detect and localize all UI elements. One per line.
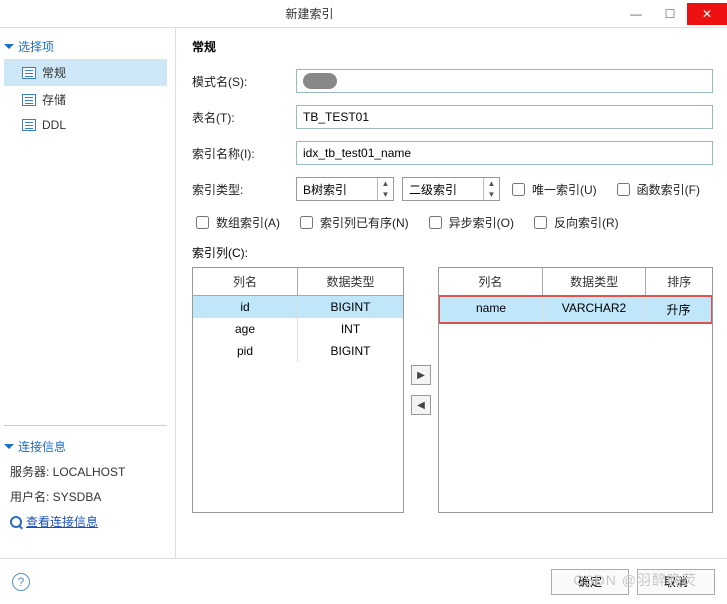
table-input[interactable] xyxy=(296,105,713,129)
table-label: 表名(T): xyxy=(192,109,288,126)
cancel-button[interactable]: 取消 xyxy=(637,569,715,595)
array-index-checkbox[interactable]: 数组索引(A) xyxy=(192,213,280,232)
page-icon xyxy=(22,119,36,131)
sidebar-section-conninfo[interactable]: 连接信息 xyxy=(4,434,167,459)
sidebar-item-label: 常规 xyxy=(42,64,66,81)
indexname-label: 索引名称(I): xyxy=(192,145,288,162)
schema-label: 模式名(S): xyxy=(192,73,288,90)
reverse-index-checkbox[interactable]: 反向索引(R) xyxy=(530,213,619,232)
sidebar-item-general[interactable]: 常规 xyxy=(4,59,167,86)
function-index-checkbox[interactable]: 函数索引(F) xyxy=(613,180,700,199)
dialog-footer: ? 确定 取消 xyxy=(0,558,727,604)
unique-index-checkbox[interactable]: 唯一索引(U) xyxy=(508,180,597,199)
col-header-type: 数据类型 xyxy=(543,268,647,295)
close-button[interactable]: ✕ xyxy=(687,3,727,25)
table-row[interactable]: pid BIGINT xyxy=(193,340,403,362)
spinner-arrows-icon: ▲▼ xyxy=(377,178,393,200)
sidebar-item-storage[interactable]: 存储 xyxy=(4,86,167,113)
page-icon xyxy=(22,94,36,106)
sidebar-item-label: DDL xyxy=(42,118,66,132)
index-name-input[interactable] xyxy=(296,141,713,165)
table-row[interactable]: id BIGINT xyxy=(193,296,403,318)
sorted-col-checkbox[interactable]: 索引列已有序(N) xyxy=(296,213,409,232)
async-index-checkbox[interactable]: 异步索引(O) xyxy=(425,213,514,232)
col-header-type: 数据类型 xyxy=(298,268,403,295)
caret-down-icon xyxy=(4,444,14,449)
page-icon xyxy=(22,67,36,79)
panel-heading: 常规 xyxy=(192,38,713,55)
remove-column-button[interactable]: ◀ xyxy=(411,395,431,415)
sidebar-section-options[interactable]: 选择项 xyxy=(4,34,167,59)
main-panel: 常规 模式名(S): 表名(T): 索引名称(I): 索引类型: B树索引 ▲▼… xyxy=(176,28,727,558)
conn-server: 服务器: LOCALHOST xyxy=(4,459,167,484)
col-header-order: 排序 xyxy=(646,268,712,295)
col-header-name: 列名 xyxy=(193,268,298,295)
ok-button[interactable]: 确定 xyxy=(551,569,629,595)
sidebar-item-ddl[interactable]: DDL xyxy=(4,113,167,137)
available-columns-grid[interactable]: 列名 数据类型 id BIGINT age INT pid BIGINT xyxy=(192,267,404,513)
maximize-button[interactable]: ☐ xyxy=(653,3,687,25)
table-row[interactable]: age INT xyxy=(193,318,403,340)
index-type-select[interactable]: B树索引 ▲▼ xyxy=(296,177,394,201)
titlebar: 新建索引 — ☐ ✕ xyxy=(0,0,727,28)
window-title: 新建索引 xyxy=(0,5,619,22)
index-columns-label: 索引列(C): xyxy=(192,244,713,261)
col-header-name: 列名 xyxy=(439,268,543,295)
caret-down-icon xyxy=(4,44,14,49)
selected-columns-grid[interactable]: 列名 数据类型 排序 name VARCHAR2 升序 xyxy=(438,267,713,513)
indextype-label: 索引类型: xyxy=(192,181,288,198)
schema-input[interactable] xyxy=(296,69,713,93)
view-connection-link[interactable]: 查看连接信息 xyxy=(4,509,167,534)
schema-chip-icon xyxy=(303,73,337,89)
search-icon xyxy=(10,516,22,528)
spinner-arrows-icon: ▲▼ xyxy=(483,178,499,200)
sidebar-item-label: 存储 xyxy=(42,91,66,108)
help-icon[interactable]: ? xyxy=(12,573,30,591)
sidebar: 选择项 常规 存储 DDL 连接信息 服务器: LOCALHOST 用户名: S… xyxy=(0,28,176,558)
index-level-select[interactable]: 二级索引 ▲▼ xyxy=(402,177,500,201)
minimize-button[interactable]: — xyxy=(619,3,653,25)
table-row[interactable]: name VARCHAR2 升序 xyxy=(440,297,711,322)
add-column-button[interactable]: ▶ xyxy=(411,365,431,385)
conn-user: 用户名: SYSDBA xyxy=(4,484,167,509)
